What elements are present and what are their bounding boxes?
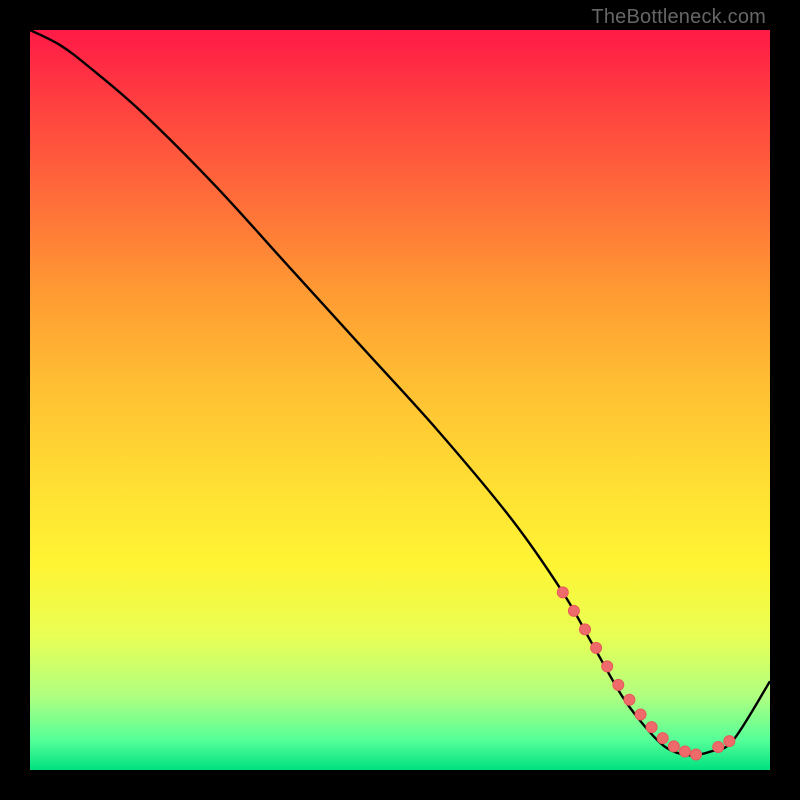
marker-dot (691, 749, 702, 760)
marker-dot (657, 733, 668, 744)
marker-dot (568, 605, 579, 616)
watermark-text: TheBottleneck.com (591, 6, 766, 29)
marker-dot (635, 709, 646, 720)
marker-dot (668, 741, 679, 752)
marker-dot (613, 679, 624, 690)
curve-svg (30, 30, 770, 770)
dots-layer (557, 587, 735, 760)
chart-frame: TheBottleneck.com (0, 0, 800, 800)
marker-dot (724, 736, 735, 747)
marker-dot (624, 694, 635, 705)
marker-dot (591, 642, 602, 653)
marker-dot (646, 722, 657, 733)
curve-layer (30, 30, 770, 755)
marker-dot (679, 746, 690, 757)
marker-dot (557, 587, 568, 598)
marker-dot (713, 742, 724, 753)
marker-dot (602, 661, 613, 672)
plot-area (30, 30, 770, 770)
marker-dot (580, 624, 591, 635)
bottleneck-curve (30, 30, 770, 755)
